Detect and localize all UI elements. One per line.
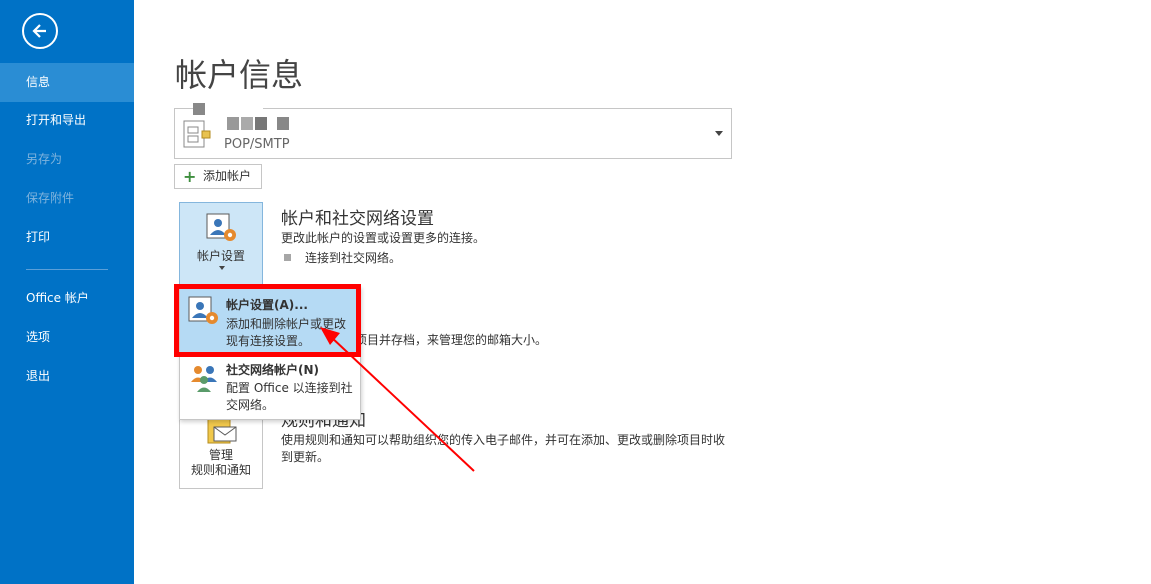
- annotation-arrow: [320, 327, 475, 472]
